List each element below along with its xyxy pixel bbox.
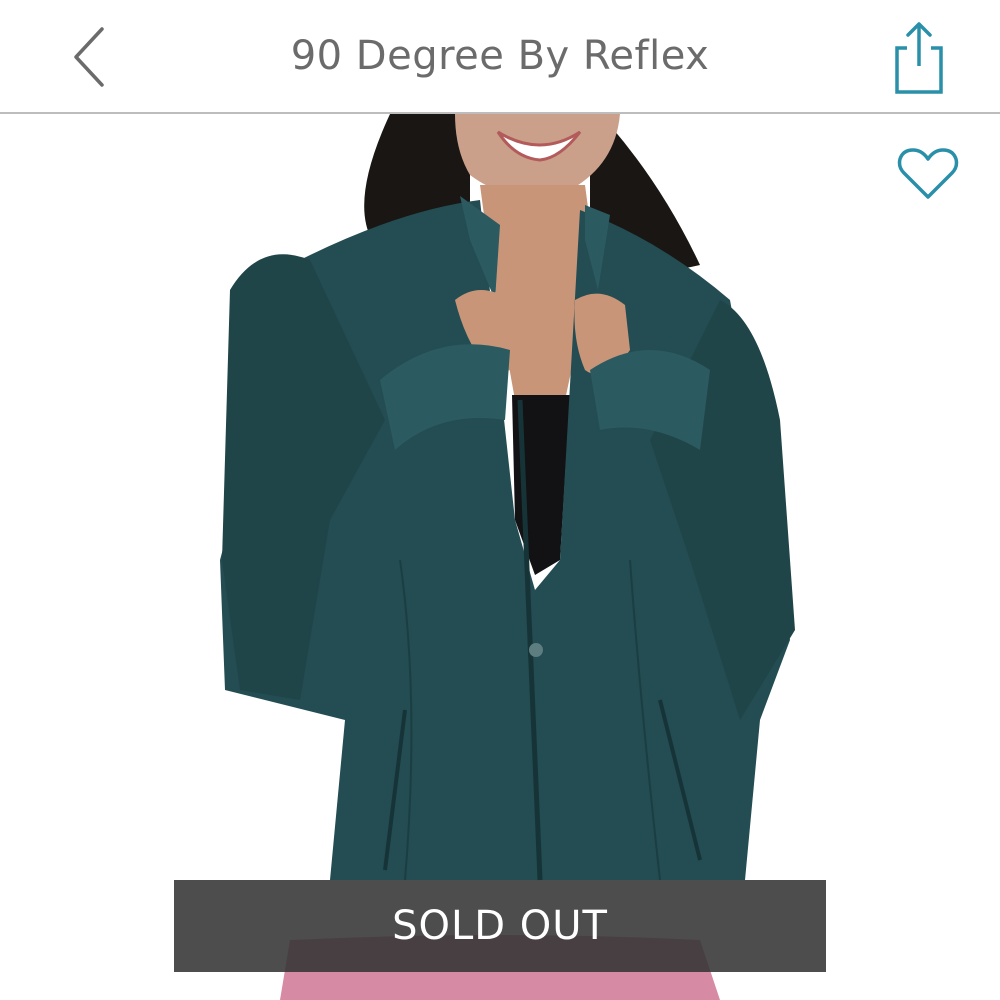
product-photo[interactable] — [0, 114, 1000, 1000]
heart-outline-icon — [897, 148, 959, 199]
product-image — [0, 114, 1000, 1000]
share-icon — [895, 22, 943, 94]
chevron-left-icon — [74, 27, 104, 87]
share-button[interactable] — [886, 18, 952, 98]
back-button[interactable] — [60, 22, 120, 92]
favorite-button[interactable] — [892, 142, 964, 206]
sold-out-banner: SOLD OUT — [174, 880, 826, 972]
sold-out-label: SOLD OUT — [392, 903, 608, 949]
page-title: 90 Degree By Reflex — [290, 33, 710, 79]
top-bar: 90 Degree By Reflex — [0, 0, 1000, 114]
